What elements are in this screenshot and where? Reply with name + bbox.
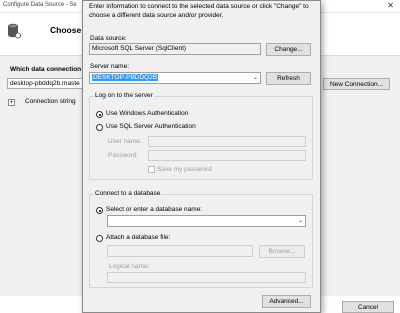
expand-icon[interactable]: + [8, 99, 15, 106]
window-title: Configure Data Source - Se [3, 2, 77, 8]
cancel-button[interactable]: Cancel [342, 301, 394, 313]
server-name-label: Server name: [90, 63, 130, 70]
save-password-checkbox[interactable] [148, 166, 155, 173]
server-name-combobox[interactable]: DESKTOP-PBDDQ2B ⌄ [89, 72, 261, 84]
refresh-button[interactable]: Refresh [266, 72, 311, 85]
sql-auth-radio[interactable] [96, 124, 103, 131]
save-password-label: Save my password [157, 166, 212, 173]
user-name-label: User name: [108, 138, 142, 145]
which-connection-label: Which data connection [10, 66, 82, 73]
server-name-value: DESKTOP-PBDDQ2B [92, 74, 159, 81]
logical-name-field[interactable] [107, 272, 306, 283]
dialog-intro-text: Enter information to connect to the sele… [89, 3, 309, 19]
user-name-field[interactable] [148, 136, 306, 147]
attach-db-radio[interactable] [96, 235, 103, 242]
data-source-field: Microsoft SQL Server (SqlClient) [89, 43, 261, 55]
password-field[interactable] [148, 150, 306, 161]
windows-auth-radio[interactable] [96, 111, 103, 118]
chevron-down-icon[interactable]: ⌄ [253, 73, 258, 83]
select-db-label[interactable]: Select or enter a database name: [106, 206, 202, 213]
chevron-down-icon[interactable]: ⌄ [298, 216, 303, 226]
new-connection-button[interactable]: New Connection... [323, 78, 390, 90]
database-file-field[interactable] [107, 245, 253, 257]
close-icon[interactable]: ✕ [387, 1, 394, 10]
change-button[interactable]: Change... [266, 43, 311, 56]
logon-group-title: Log on to the server [94, 92, 154, 99]
database-icon [8, 23, 21, 39]
browse-button[interactable]: Browse... [259, 245, 305, 258]
connection-select[interactable]: desktop-pbddq2b.maste [7, 78, 87, 89]
database-name-combobox[interactable]: ⌄ [107, 215, 306, 227]
windows-auth-label[interactable]: Use Windows Authentication [106, 110, 188, 117]
password-label: Password: [108, 152, 139, 159]
database-group-title: Connect to a database [94, 190, 162, 197]
advanced-button[interactable]: Advanced... [262, 295, 311, 308]
select-db-radio[interactable] [96, 207, 103, 214]
logical-name-label: Logical name: [109, 263, 150, 270]
connection-string-label: Connection string [25, 98, 76, 105]
sql-auth-label[interactable]: Use SQL Server Authentication [106, 123, 196, 130]
attach-db-label[interactable]: Attach a database file: [106, 234, 170, 241]
data-source-label: Data source: [90, 35, 127, 42]
